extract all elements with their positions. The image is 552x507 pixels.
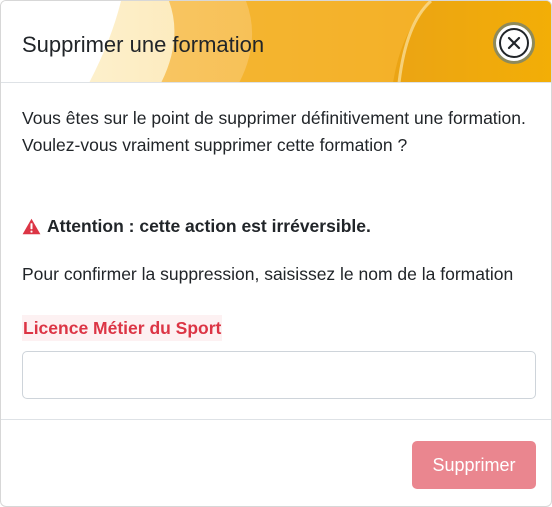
delete-button[interactable]: Supprimer xyxy=(412,441,536,489)
warning-text: Attention : cette action est irréversibl… xyxy=(47,216,371,236)
modal-footer-divider xyxy=(1,419,551,420)
warning-triangle-icon xyxy=(22,218,41,235)
modal-header: Supprimer une formation xyxy=(1,1,551,83)
confirm-instruction: Pour confirmer la suppression, saisissez… xyxy=(22,264,514,284)
intro-text-line2: Voulez-vous vraiment supprimer cette for… xyxy=(22,135,408,155)
course-name-highlight: Licence Métier du Sport xyxy=(22,315,223,341)
delete-course-modal: Supprimer une formation Vous êtes sur le… xyxy=(0,0,552,507)
close-icon xyxy=(507,36,521,50)
modal-title: Supprimer une formation xyxy=(22,32,265,57)
warning-message: Attention : cette action est irréversibl… xyxy=(22,213,371,240)
close-icon-ring xyxy=(499,28,529,58)
intro-text-line1: Vous êtes sur le point de supprimer défi… xyxy=(22,108,526,128)
confirm-name-input[interactable] xyxy=(22,351,536,399)
modal-body: Vous êtes sur le point de supprimer défi… xyxy=(22,105,534,159)
close-button[interactable] xyxy=(493,22,535,64)
